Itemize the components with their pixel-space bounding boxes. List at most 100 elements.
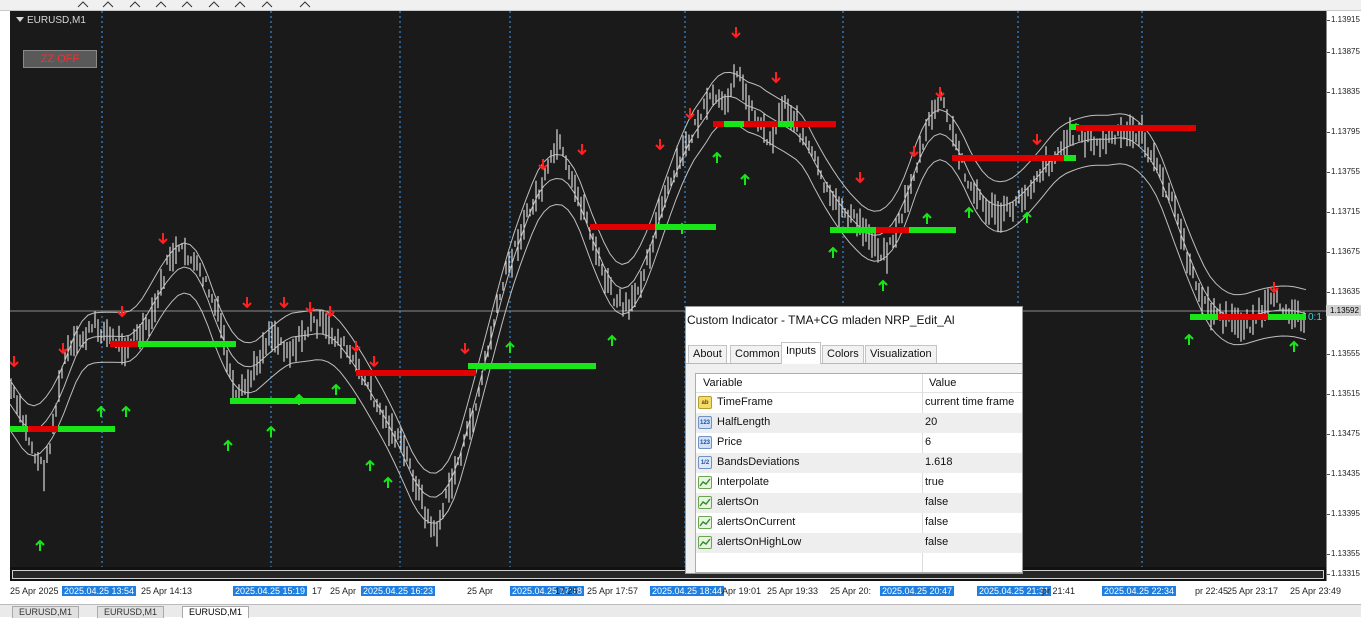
time-crosshair-label: 2025.04.25 13:54: [62, 586, 137, 596]
bool-type-icon: [698, 476, 712, 489]
value-column-header[interactable]: Value: [929, 377, 956, 389]
tab-visualization[interactable]: Visualization: [865, 345, 937, 363]
param-value[interactable]: false: [925, 536, 948, 548]
param-name: Interpolate: [717, 476, 769, 488]
period-icon[interactable]: [233, 0, 247, 8]
param-name: HalfLength: [717, 416, 771, 428]
param-name: alertsOn: [717, 496, 759, 508]
dropdown-icon[interactable]: [298, 0, 312, 8]
param-row[interactable]: alertsOnCurrent false: [696, 513, 1022, 533]
chart-scrollbar[interactable]: [10, 567, 1326, 581]
tab-inputs[interactable]: Inputs: [781, 342, 821, 364]
text-icon[interactable]: [180, 0, 194, 8]
param-row[interactable]: 1/2 BandsDeviations 1.618: [696, 453, 1022, 473]
buy-arrow-icon: [922, 212, 932, 224]
sell-arrow-icon: [771, 72, 781, 84]
param-value[interactable]: 6: [925, 436, 931, 448]
time-label: pr 22:45: [1195, 586, 1229, 596]
price-tick: [1327, 292, 1330, 293]
param-value[interactable]: 20: [925, 416, 937, 428]
indicator-dialog: Custom Indicator - TMA+CG mladen NRP_Edi…: [685, 306, 1023, 574]
price-label: 1.13475: [1331, 429, 1360, 438]
chart-tab[interactable]: EURUSD,M1: [12, 606, 80, 618]
line-icon[interactable]: [101, 0, 115, 8]
price-tick: [1327, 172, 1330, 173]
variable-column-header[interactable]: Variable: [703, 377, 743, 389]
sell-arrow-icon: [855, 172, 865, 184]
buy-arrow-icon: [121, 405, 131, 417]
chart-area[interactable]: 0:1 EURUSD,M1 ZZ OFF: [10, 11, 1326, 567]
price-label: 1.13315: [1331, 569, 1360, 578]
param-row[interactable]: ab TimeFrame current time frame: [696, 393, 1022, 413]
price-tick: [1327, 252, 1330, 253]
sell-arrow-icon: [909, 146, 919, 158]
price-label: 1.13715: [1331, 207, 1360, 216]
tab-about[interactable]: About: [688, 345, 727, 363]
fibo-icon[interactable]: [154, 0, 168, 8]
toolbar: [0, 0, 1361, 11]
time-label: 25 Apr 17:57: [587, 586, 639, 596]
sell-arrow-icon: [460, 343, 470, 355]
param-name: Price: [717, 436, 743, 448]
buy-arrow-icon: [964, 206, 974, 218]
tma-lower-band: [10, 121, 1307, 524]
bool-type-icon: [698, 516, 712, 529]
symbol-label: EURUSD,M1: [16, 15, 86, 26]
price-tick: [1327, 354, 1330, 355]
time-label: 25 Apr 14:13: [141, 586, 193, 596]
chart-tab[interactable]: EURUSD,M1: [182, 606, 250, 618]
shapes-icon[interactable]: [207, 0, 221, 8]
sell-arrow-icon: [577, 144, 587, 156]
dialog-body: Variable Value ab TimeFrame current time f…: [686, 364, 1022, 573]
current-price-label: 1.13592: [1326, 305, 1361, 316]
pitchfork-icon[interactable]: [128, 0, 142, 8]
param-row[interactable]: alertsOnHighLow false: [696, 533, 1022, 553]
price-scale[interactable]: 1.13915 1.13875 1.13835 1.13795 1.13755 1.137…: [1326, 11, 1361, 581]
time-crosshair-label: 2025.04.25 18:44: [650, 586, 725, 596]
buy-arrow-icon: [828, 246, 838, 258]
param-row[interactable]: 123 HalfLength 20: [696, 413, 1022, 433]
price-tick: [1327, 92, 1330, 93]
bool-type-icon: [698, 496, 712, 509]
buy-arrow-icon: [740, 173, 750, 185]
price-tick: [1327, 474, 1330, 475]
int-type-icon: 123: [698, 416, 712, 429]
tab-common[interactable]: Common: [730, 345, 785, 363]
dialog-title: Custom Indicator - TMA+CG mladen NRP_Edi…: [687, 313, 955, 327]
param-value[interactable]: true: [925, 476, 944, 488]
candle-timer: 0:1: [1308, 312, 1322, 323]
param-row[interactable]: Interpolate true: [696, 473, 1022, 493]
sell-arrow-icon: [305, 302, 315, 314]
buy-arrow-icon: [712, 151, 722, 163]
buy-arrow-icon: [331, 383, 341, 395]
param-row[interactable]: alertsOn false: [696, 493, 1022, 513]
price-tick: [1327, 52, 1330, 53]
zz-toggle-button[interactable]: ZZ OFF: [23, 50, 97, 68]
sell-arrow-icon: [369, 356, 379, 368]
price-chart[interactable]: 0:1: [10, 11, 1326, 567]
param-value[interactable]: false: [925, 496, 948, 508]
param-name: alertsOnHighLow: [717, 536, 802, 548]
time-label: 25 Apr 23:49: [1290, 586, 1342, 596]
param-value[interactable]: current time frame: [925, 396, 1014, 408]
price-label: 1.13635: [1331, 287, 1360, 296]
sell-arrow-icon: [655, 139, 665, 151]
scroll-track[interactable]: [12, 570, 1324, 579]
template-icon[interactable]: [260, 0, 274, 8]
tab-colors[interactable]: Colors: [822, 345, 864, 363]
buy-arrow-icon: [383, 476, 393, 488]
param-row[interactable]: 123 Price 6: [696, 433, 1022, 453]
time-label: pr 21:41: [1042, 586, 1076, 596]
buy-arrow-icon: [1289, 340, 1299, 352]
time-scale[interactable]: 25 Apr 2025 2025.04.25 13:54 25 Apr 14:13 2…: [0, 582, 1361, 604]
price-tick: [1327, 574, 1330, 575]
param-value[interactable]: 1.618: [925, 456, 953, 468]
param-value[interactable]: false: [925, 516, 948, 528]
chart-tab[interactable]: EURUSD,M1: [97, 606, 165, 618]
price-tick: [1327, 212, 1330, 213]
arrow-icon[interactable]: [76, 0, 90, 8]
price-label: 1.13555: [1331, 349, 1360, 358]
time-crosshair-label: 2025.04.25 20:47: [880, 586, 955, 596]
price-label: 1.13515: [1331, 389, 1360, 398]
sell-arrow-icon: [935, 87, 945, 99]
